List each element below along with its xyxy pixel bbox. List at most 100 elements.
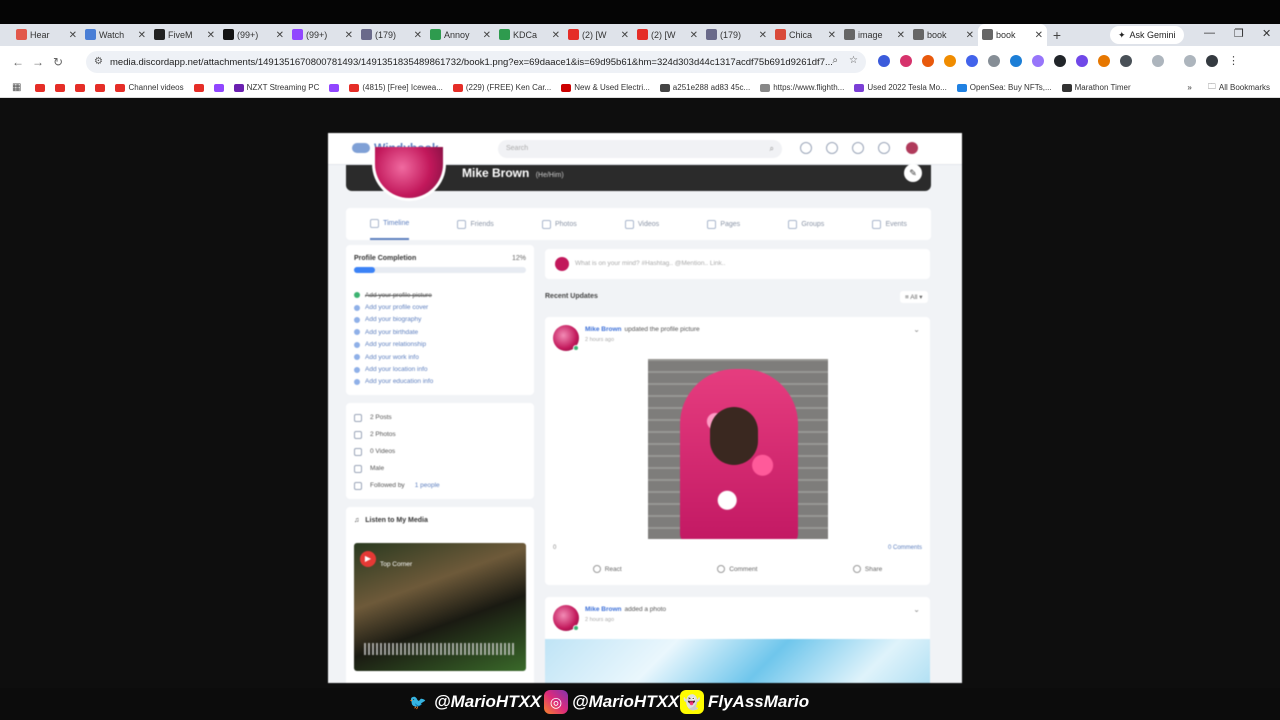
browser-tab[interactable]: FiveM ✕ — [150, 24, 219, 46]
close-tab-icon[interactable]: ✕ — [138, 30, 146, 41]
headphones-icon: ♫ — [354, 517, 360, 524]
bookmark-item[interactable] — [35, 83, 46, 92]
plus-icon — [354, 378, 360, 385]
react-button: React — [592, 565, 622, 573]
restore-icon[interactable]: ❐ — [1234, 27, 1244, 40]
extension-icon[interactable] — [944, 55, 956, 67]
profile-completion-fill — [354, 267, 375, 273]
browser-tab[interactable]: image ✕ — [840, 24, 909, 46]
new-tab-icon[interactable]: + — [1047, 27, 1067, 43]
extension-icon[interactable] — [1098, 55, 1110, 67]
back-icon[interactable]: ← — [8, 55, 28, 69]
bookmark-favicon — [35, 83, 46, 92]
check-icon — [354, 292, 360, 299]
address-bar[interactable]: ⚙ media.discordapp.net/attachments/14913… — [86, 51, 866, 73]
bookmark-item[interactable] — [193, 83, 204, 92]
browser-tab[interactable]: Chica ✕ — [771, 24, 840, 46]
bookmark-favicon — [115, 83, 126, 92]
bookmark-item[interactable] — [55, 83, 66, 92]
apps-grid-icon[interactable]: ▦ — [12, 82, 21, 93]
videos-icon — [624, 219, 634, 229]
close-tab-icon[interactable]: ✕ — [759, 30, 767, 41]
extension-icon[interactable] — [1054, 55, 1066, 67]
close-tab-icon[interactable]: ✕ — [483, 30, 491, 41]
browser-tab[interactable]: book ✕ — [909, 24, 978, 46]
browser-tab[interactable]: (99+) ✕ — [288, 24, 357, 46]
media-card: ♫ Listen to My Media ▶ Top Corner — [346, 507, 534, 683]
bookmark-item[interactable]: a251e288 ad83 45c... — [659, 83, 750, 92]
gemini-icon: ✦ — [1118, 29, 1126, 40]
extension-icon[interactable] — [900, 55, 912, 67]
extension-icon[interactable] — [988, 55, 1000, 67]
browser-tab[interactable]: (2) [W ✕ — [633, 24, 702, 46]
close-tab-icon[interactable]: ✕ — [1035, 30, 1043, 41]
stats-posts: 2 Posts — [346, 409, 534, 426]
all-bookmarks-folder[interactable]: 🗀 All Bookmarks — [1208, 81, 1270, 95]
profile-completion-list: Add your profile picture Add your profile… — [354, 289, 433, 388]
puzzle-extensions-icon[interactable] — [1120, 55, 1132, 67]
zoom-icon[interactable]: ⌕ — [832, 55, 838, 66]
close-tab-icon[interactable]: ✕ — [552, 30, 560, 41]
close-tab-icon[interactable]: ✕ — [621, 30, 629, 41]
bookmark-item[interactable]: OpenSea: Buy NFTs,... — [956, 83, 1052, 92]
online-indicator — [573, 625, 579, 631]
browser-tab[interactable]: (179) ✕ — [702, 24, 771, 46]
close-tab-icon[interactable]: ✕ — [345, 30, 353, 41]
tab-favicon — [637, 29, 648, 40]
browser-tab[interactable]: Watch ✕ — [81, 24, 150, 46]
extension-icon[interactable] — [966, 55, 978, 67]
browser-tab[interactable]: Hear ✕ — [12, 24, 81, 46]
close-tab-icon[interactable]: ✕ — [414, 30, 422, 41]
menu-kebab-icon[interactable]: ⋮ — [1228, 55, 1239, 67]
profile-tab-timeline: Timeline — [370, 208, 410, 240]
bookmark-item[interactable] — [329, 83, 340, 92]
bookmark-item[interactable]: New & Used Electri... — [561, 83, 650, 92]
bookmark-favicon — [956, 83, 967, 92]
browser-tab[interactable]: (99+) ✕ — [219, 24, 288, 46]
bookmark-item[interactable]: https://www.flighth... — [760, 83, 844, 92]
close-tab-icon[interactable]: ✕ — [207, 30, 215, 41]
extension-icon[interactable] — [1076, 55, 1088, 67]
bookmark-item[interactable]: Used 2022 Tesla Mo... — [854, 83, 947, 92]
close-window-icon[interactable]: ✕ — [1262, 27, 1271, 40]
bookmark-item[interactable]: (229) (FREE) Ken Car... — [452, 83, 551, 92]
side-panel-icon[interactable] — [1152, 55, 1164, 67]
bookmark-item[interactable]: Marathon Timer — [1061, 83, 1131, 92]
site-info-icon[interactable]: ⚙ — [94, 56, 103, 67]
photos-icon — [541, 219, 551, 229]
extension-icon[interactable] — [1010, 55, 1022, 67]
close-tab-icon[interactable]: ✕ — [966, 30, 974, 41]
browser-tab[interactable]: book ✕ — [978, 24, 1047, 46]
browser-tab[interactable]: (179) ✕ — [357, 24, 426, 46]
browser-tab[interactable]: (2) [W ✕ — [564, 24, 633, 46]
bookmark-item[interactable] — [213, 83, 224, 92]
close-tab-icon[interactable]: ✕ — [897, 30, 905, 41]
bookmark-item[interactable]: Channel videos — [115, 83, 184, 92]
bookmark-star-icon[interactable]: ☆ — [849, 55, 858, 66]
minimize-icon[interactable]: — — [1204, 27, 1215, 39]
ask-gemini-button[interactable]: ✦ Ask Gemini — [1110, 26, 1184, 44]
posts-icon — [354, 413, 362, 422]
reload-icon[interactable]: ↻ — [48, 55, 68, 69]
bookmark-item[interactable]: NZXT Streaming PC — [233, 83, 319, 92]
chevron-down-icon: ⌄ — [913, 605, 920, 614]
browser-tab[interactable]: Annoy ✕ — [426, 24, 495, 46]
media-control-icon[interactable] — [1184, 55, 1196, 67]
browser-tab[interactable]: KDCa ✕ — [495, 24, 564, 46]
close-tab-icon[interactable]: ✕ — [69, 30, 77, 41]
bookmark-item[interactable] — [95, 83, 106, 92]
bookmark-favicon — [329, 83, 340, 92]
bookmark-item[interactable] — [75, 83, 86, 92]
close-tab-icon[interactable]: ✕ — [690, 30, 698, 41]
more-bookmarks-icon[interactable]: » — [1187, 83, 1191, 92]
groups-icon — [788, 219, 798, 229]
bookmark-item[interactable]: (4815) [Free] Icewea... — [349, 83, 443, 92]
extension-icon[interactable] — [878, 55, 890, 67]
close-tab-icon[interactable]: ✕ — [828, 30, 836, 41]
forward-icon[interactable]: → — [28, 55, 48, 69]
events-icon — [872, 219, 882, 229]
extension-icon[interactable] — [1032, 55, 1044, 67]
close-tab-icon[interactable]: ✕ — [276, 30, 284, 41]
profile-avatar[interactable] — [1206, 55, 1218, 67]
extension-icon[interactable] — [922, 55, 934, 67]
